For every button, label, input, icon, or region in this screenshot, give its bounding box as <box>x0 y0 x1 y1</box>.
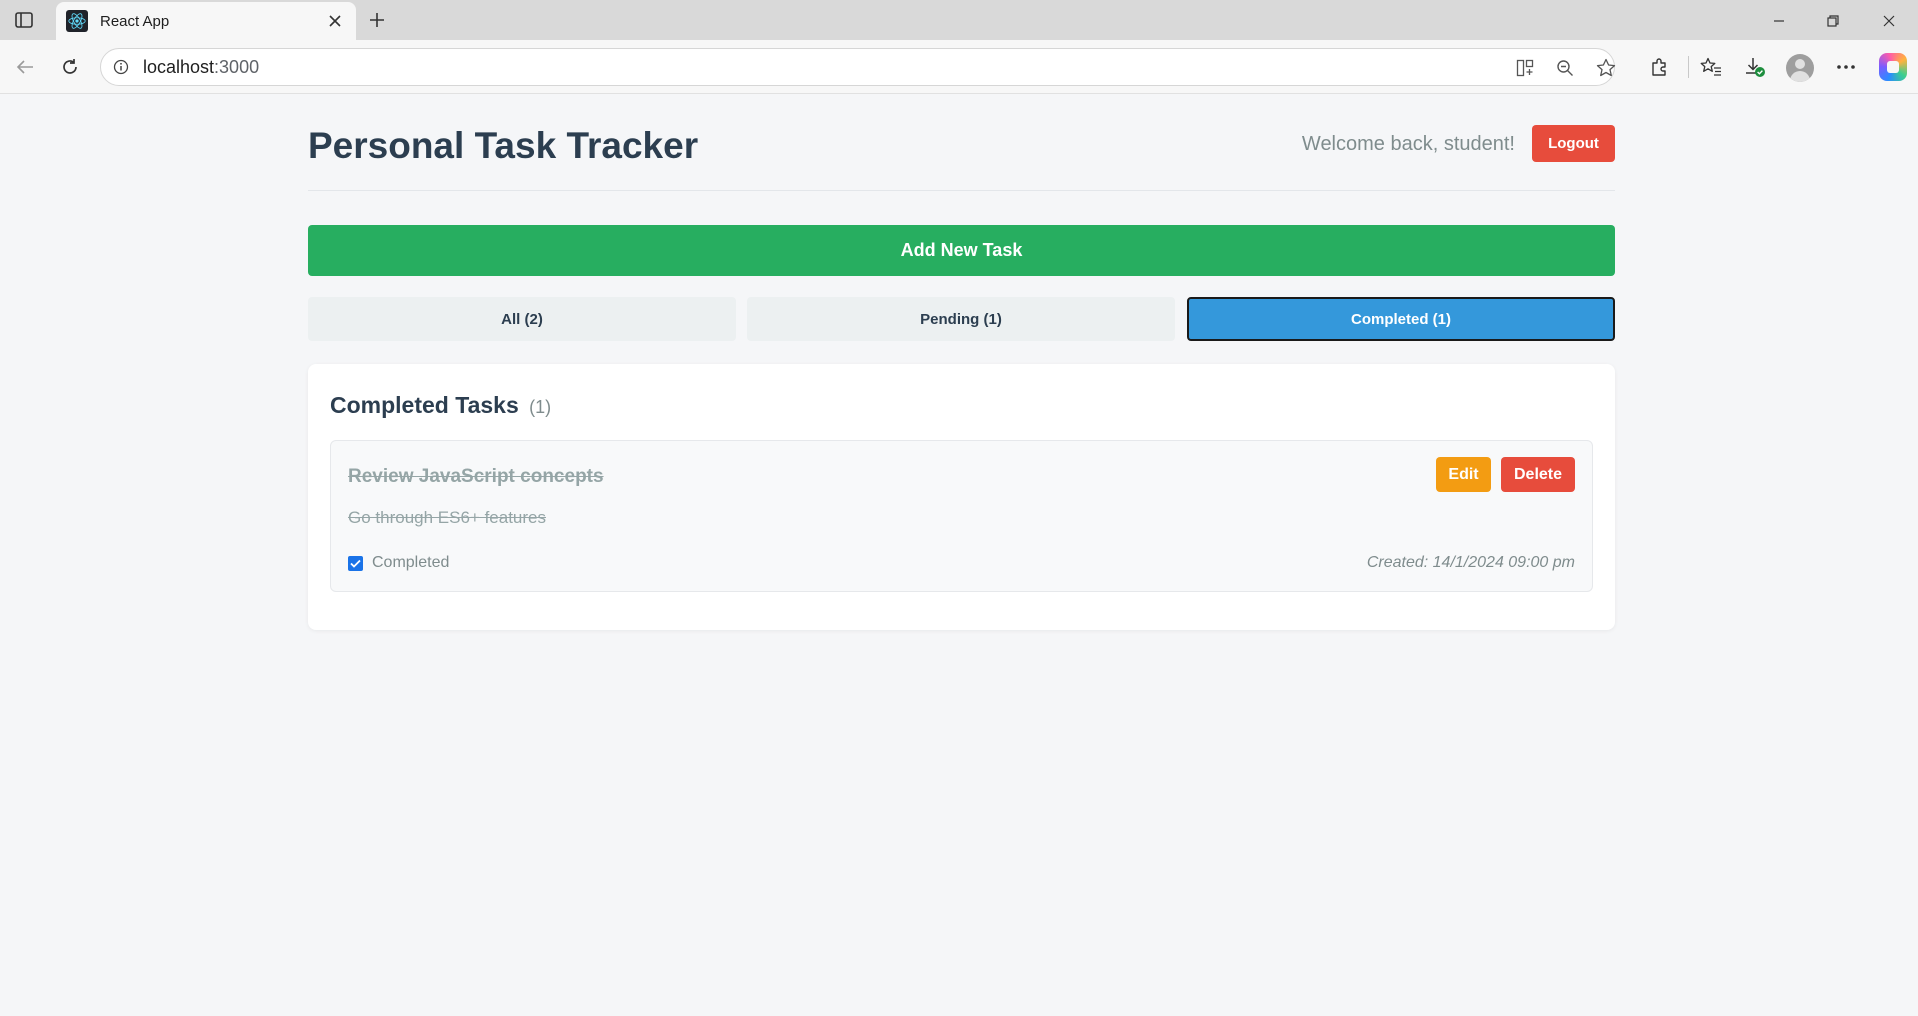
app-available-icon[interactable] <box>1513 56 1537 80</box>
browser-toolbar: localhost:3000 <box>0 40 1918 94</box>
new-tab-icon[interactable] <box>364 8 390 32</box>
completed-checkbox[interactable] <box>348 555 363 571</box>
restore-icon[interactable] <box>1810 8 1856 34</box>
welcome-message: Welcome back, student! <box>1301 133 1515 155</box>
task-description: Go through ES6+ features <box>348 508 546 527</box>
filter-completed-button[interactable]: Completed (1) <box>1187 297 1615 341</box>
close-window-icon[interactable] <box>1866 8 1912 34</box>
task-status: Completed <box>348 553 449 573</box>
minimize-icon[interactable] <box>1756 8 1802 34</box>
filter-pending-button[interactable]: Pending (1) <box>747 297 1175 341</box>
url-text: localhost:3000 <box>143 57 260 77</box>
info-icon[interactable] <box>111 57 131 77</box>
extensions-icon[interactable] <box>1645 53 1673 81</box>
more-options-icon[interactable] <box>1832 53 1860 81</box>
add-new-task-button[interactable]: Add New Task <box>308 225 1615 276</box>
favorites-icon[interactable] <box>1697 53 1725 81</box>
profile-avatar-icon[interactable] <box>1786 54 1814 82</box>
completed-label[interactable]: Completed <box>372 554 449 572</box>
task-title: Review JavaScript concepts <box>348 466 604 487</box>
task-item: Review JavaScript concepts Go through ES… <box>330 440 1593 592</box>
edit-task-button[interactable]: Edit <box>1436 457 1491 492</box>
browser-tab-strip: React App <box>0 0 1918 40</box>
app-header: Personal Task Tracker Welcome back, stud… <box>308 95 1615 191</box>
filter-all-button[interactable]: All (2) <box>308 297 736 341</box>
zoom-out-icon[interactable] <box>1553 56 1577 80</box>
sidebar-toggle-icon[interactable] <box>12 9 36 31</box>
page-viewport: Personal Task Tracker Welcome back, stud… <box>5 95 1918 1016</box>
favorite-star-icon[interactable] <box>1594 56 1618 80</box>
delete-task-button[interactable]: Delete <box>1501 457 1575 492</box>
logout-button[interactable]: Logout <box>1532 125 1615 162</box>
back-arrow-icon[interactable] <box>10 52 40 82</box>
copilot-icon[interactable] <box>1879 53 1907 81</box>
task-count: (1) <box>529 397 552 417</box>
tab-title: React App <box>100 12 170 30</box>
react-logo-icon <box>66 10 88 32</box>
task-list-heading: Completed Tasks (1) <box>330 392 552 418</box>
page-title: Personal Task Tracker <box>308 125 699 166</box>
browser-tab[interactable]: React App <box>56 2 356 40</box>
address-bar[interactable]: localhost:3000 <box>100 48 1618 86</box>
app-container: Personal Task Tracker Welcome back, stud… <box>308 95 1615 630</box>
reload-icon[interactable] <box>55 52 85 82</box>
downloads-icon[interactable] <box>1741 53 1769 81</box>
filter-tabs: All (2) Pending (1) Completed (1) <box>308 297 1615 341</box>
close-tab-icon[interactable] <box>324 10 346 32</box>
task-list-card: Completed Tasks (1) Review JavaScript co… <box>308 364 1615 630</box>
task-created-date: Created: 14/1/2024 09:00 pm <box>1366 554 1575 571</box>
toolbar-divider <box>1688 56 1689 78</box>
